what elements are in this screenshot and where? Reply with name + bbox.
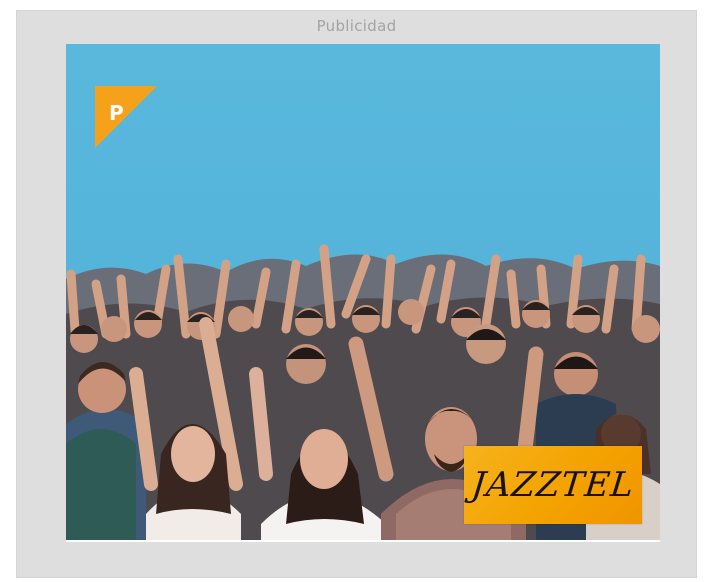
brand-corner-badge: P <box>95 86 157 148</box>
jazztel-logo[interactable]: JAZZTEL <box>464 446 642 524</box>
logo-text: JAZZTEL <box>469 465 637 505</box>
ad-banner[interactable]: P JAZZTEL <box>66 44 660 542</box>
ad-container: Publicidad P JAZZTEL <box>16 10 697 578</box>
ad-label: Publicidad <box>316 17 397 35</box>
corner-badge-letter: P <box>109 101 124 125</box>
corner-triangle-icon <box>95 86 157 148</box>
